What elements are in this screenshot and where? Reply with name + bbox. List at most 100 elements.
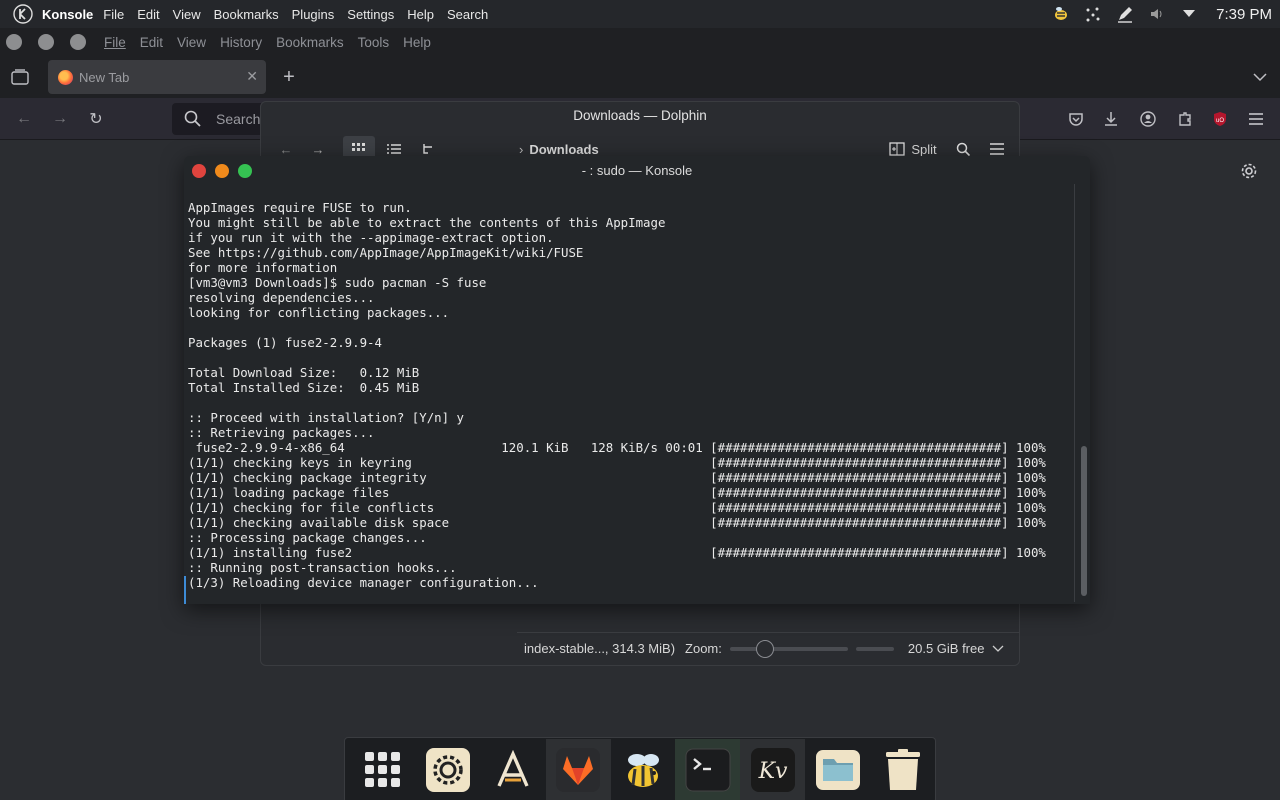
back-icon[interactable]: ← [14, 109, 34, 129]
ff-menu-history[interactable]: History [220, 35, 262, 50]
split-icon [889, 142, 905, 156]
account-icon[interactable] [1138, 109, 1158, 129]
window-minimize-button[interactable] [38, 34, 54, 50]
newtab-settings-gear-icon[interactable] [1239, 161, 1259, 181]
terminal-icon [685, 748, 731, 792]
ff-menu-bookmarks[interactable]: Bookmarks [276, 35, 344, 50]
konsole-maximize-button[interactable] [238, 164, 252, 178]
clock[interactable]: 7:39 PM [1216, 6, 1272, 23]
terminal-line: Total Download Size: 0.12 MiB [188, 365, 420, 380]
menu-view[interactable]: View [173, 7, 201, 22]
konsole-close-button[interactable] [192, 164, 206, 178]
kdeconnect-icon[interactable] [1084, 5, 1102, 23]
breadcrumb-downloads: Downloads [529, 141, 599, 157]
top-panel: Konsole File Edit View Bookmarks Plugins Sett… [0, 0, 1280, 28]
downloads-icon[interactable] [1101, 109, 1121, 129]
extensions-icon[interactable] [1175, 109, 1195, 129]
window-close-button[interactable] [6, 34, 22, 50]
konsole-title: - : sudo — Konsole [581, 163, 693, 178]
chevron-down-icon[interactable] [1180, 5, 1198, 23]
dolphin-title: Downloads — Dolphin [573, 108, 707, 123]
settings-gear-icon [426, 748, 471, 792]
dock-font-app[interactable] [481, 739, 546, 800]
bee-icon [628, 754, 659, 787]
list-tabs-chevron-icon[interactable] [1250, 67, 1270, 87]
menu-bookmarks[interactable]: Bookmarks [214, 7, 279, 22]
konsole-minimize-button[interactable] [215, 164, 229, 178]
terminal-line: (1/1) checking available disk space [###… [188, 515, 1046, 530]
terminal-line: (1/1) loading package files [###########… [188, 485, 1046, 500]
terminal-cursor-marker [184, 576, 186, 604]
desktop: { "top_panel": { "app_name": "Konsole", … [0, 0, 1280, 800]
pocket-icon[interactable] [1066, 109, 1086, 129]
firefox-icon [58, 69, 73, 85]
hamburger-menu-icon[interactable] [1246, 109, 1266, 129]
kde-logo-icon[interactable] [12, 3, 34, 25]
terminal-line: for more information [188, 260, 338, 275]
ff-menu-file[interactable]: File [104, 35, 126, 50]
window-maximize-button[interactable] [70, 34, 86, 50]
menu-edit[interactable]: Edit [137, 7, 159, 22]
dock-terminal[interactable] [675, 739, 741, 800]
global-menu: File Edit View Bookmarks Plugins Settings Help… [103, 7, 501, 22]
trash-icon [885, 749, 920, 790]
free-space-chevron-icon[interactable] [992, 645, 1004, 653]
dock-app-grid[interactable] [351, 739, 416, 800]
ff-menu-help[interactable]: Help [403, 35, 431, 50]
menu-search[interactable]: Search [447, 7, 488, 22]
tab-overview-icon[interactable] [10, 67, 30, 87]
ff-menu-view[interactable]: View [177, 35, 206, 50]
free-space[interactable]: 20.5 GiB free [908, 641, 985, 656]
ublock-icon[interactable]: uO [1210, 109, 1230, 129]
konsole-window: - : sudo — Konsole AppImages require FUS… [184, 156, 1090, 604]
menu-plugins[interactable]: Plugins [292, 7, 335, 22]
terminal-line: Total Installed Size: 0.45 MiB [188, 380, 420, 395]
terminal-line: fuse2-2.9.9-4-x86_64 120.1 KiB 128 KiB/s… [188, 440, 1046, 455]
tab-new-tab[interactable]: New Tab ✕ [48, 60, 266, 94]
terminal-line: (1/1) installing fuse2 [################… [188, 545, 1046, 560]
search-icon [184, 110, 201, 127]
zoom-slider-handle[interactable] [755, 639, 774, 658]
terminal-line: Packages (1) fuse2-2.9.9-4 [188, 335, 382, 350]
konsole-scrollbar[interactable] [1081, 446, 1087, 596]
dock-trash[interactable] [870, 739, 935, 800]
dock-files[interactable] [805, 739, 870, 800]
active-app-name: Konsole [42, 6, 94, 22]
ff-menu-tools[interactable]: Tools [358, 35, 390, 50]
font-a-icon [497, 750, 529, 787]
menu-settings[interactable]: Settings [347, 7, 394, 22]
menu-file[interactable]: File [103, 7, 124, 22]
volume-icon[interactable] [1148, 5, 1166, 23]
terminal-output[interactable]: AppImages require FUSE to run. You might … [188, 200, 1078, 600]
terminal-line: See https://github.com/AppImage/AppImage… [188, 245, 584, 260]
forward-icon[interactable]: → [50, 109, 70, 129]
firefox-menubar: File Edit View History Bookmarks Tools H… [0, 28, 1280, 56]
kv-text: Kv [757, 759, 787, 784]
terminal-line: You might still be able to extract the c… [188, 215, 666, 230]
terminal-line: :: Running post-transaction hooks... [188, 560, 457, 575]
app-grid-icon [365, 752, 401, 787]
terminal-line: looking for conflicting packages... [188, 305, 450, 320]
reload-icon[interactable]: ↻ [86, 109, 106, 129]
dock-kv-app[interactable]: Kv [740, 739, 806, 800]
new-tab-button[interactable]: + [279, 66, 299, 88]
terminal-line: [vm3@vm3 Downloads]$ sudo pacman -S fuse [188, 275, 487, 290]
close-icon[interactable]: ✕ [246, 68, 258, 85]
menu-help[interactable]: Help [407, 7, 434, 22]
konsole-scroll-divider [1074, 184, 1075, 602]
pen-icon[interactable] [1116, 5, 1134, 23]
terminal-line: :: Processing package changes... [188, 530, 427, 545]
firefox-menu: File Edit View History Bookmarks Tools H… [90, 35, 431, 50]
zoom-slider[interactable] [729, 639, 848, 658]
terminal-line: if you run it with the --appimage-extrac… [188, 230, 554, 245]
ff-menu-edit[interactable]: Edit [140, 35, 163, 50]
dolphin-statusbar: index-stable..., 314.3 MiB) Zoom: 20.5 G… [517, 632, 1020, 664]
kv-app-icon: Kv [750, 748, 795, 792]
dock-bee-app[interactable] [611, 739, 676, 800]
dock-settings[interactable] [416, 739, 481, 800]
bee-tray-icon[interactable] [1052, 5, 1070, 23]
dock-gitlab[interactable] [545, 739, 611, 800]
